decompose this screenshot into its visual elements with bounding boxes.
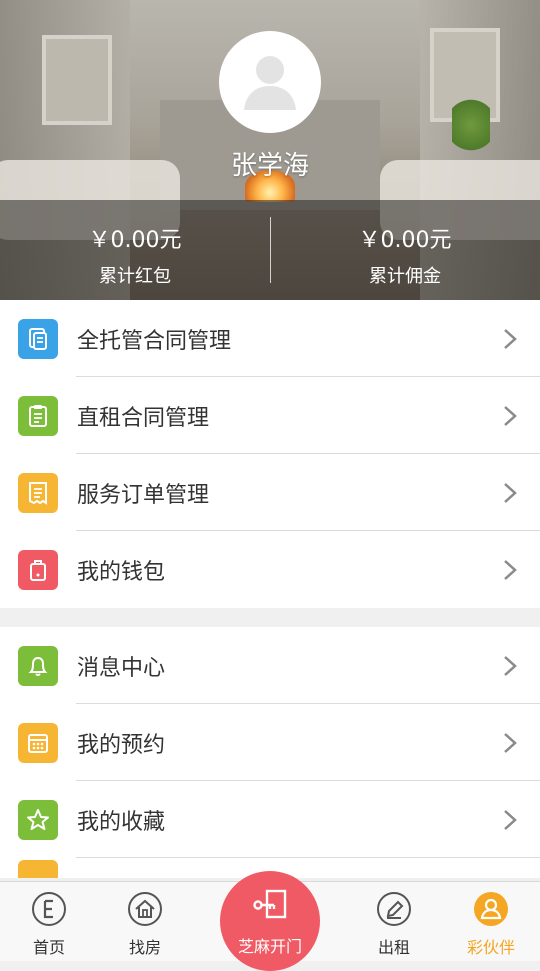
red-packet-stat[interactable]: ￥0.00元 累计红包 [0, 200, 270, 300]
commission-stat[interactable]: ￥0.00元 累计佣金 [270, 200, 540, 300]
menu-item-label: 我的预约 [77, 732, 166, 758]
calendar-icon [18, 722, 58, 763]
home-e-icon [32, 892, 66, 926]
house-icon [128, 892, 162, 926]
menu-item-label: 我的钱包 [77, 559, 166, 585]
menu-item-label: 直租合同管理 [77, 405, 210, 431]
chevron-right-icon [504, 809, 517, 830]
tab-label: 首页 [32, 938, 65, 957]
menu-item-messages[interactable]: 消息中心 [0, 627, 540, 704]
chevron-right-icon [504, 732, 517, 753]
chevron-right-icon [504, 655, 517, 676]
tab-partner[interactable]: 彩伙伴 [451, 882, 531, 961]
menu-item-label: 消息中心 [77, 655, 166, 681]
star-icon [18, 799, 58, 840]
stats-divider [270, 217, 271, 283]
menu-item-favorites[interactable]: 我的收藏 [0, 781, 540, 858]
document-icon [18, 318, 58, 359]
tab-find-house[interactable]: 找房 [105, 882, 185, 961]
chevron-right-icon [504, 328, 517, 349]
clipboard-icon [18, 395, 58, 436]
chevron-right-icon [504, 482, 517, 503]
tab-rent-out[interactable]: 出租 [354, 882, 434, 961]
menu-group-contracts: 全托管合同管理 直租合同管理 服务订单管理 我的钱包 [0, 300, 540, 608]
partner-icon [474, 892, 508, 926]
door-key-icon [253, 889, 287, 919]
tab-label: 彩伙伴 [466, 938, 515, 957]
chevron-right-icon [504, 405, 517, 426]
open-door-label: 芝麻开门 [237, 937, 302, 956]
user-icon [244, 56, 296, 110]
menu-item-direct-rent-contracts[interactable]: 直租合同管理 [0, 377, 540, 454]
pencil-icon [377, 892, 411, 926]
red-packet-amount: ￥0.00元 [88, 228, 182, 253]
tab-home[interactable]: 首页 [9, 882, 89, 961]
menu-item-label: 服务订单管理 [77, 482, 210, 508]
user-name: 张学海 [230, 151, 309, 181]
open-door-button[interactable]: 芝麻开门 [220, 871, 320, 971]
commission-amount: ￥0.00元 [358, 228, 452, 253]
partial-icon [18, 860, 58, 878]
menu-item-full-custody-contracts[interactable]: 全托管合同管理 [0, 300, 540, 377]
commission-label: 累计佣金 [369, 266, 441, 287]
tab-label: 找房 [128, 938, 161, 957]
avatar[interactable] [219, 31, 321, 133]
tab-label: 出租 [377, 938, 410, 957]
menu-item-service-orders[interactable]: 服务订单管理 [0, 454, 540, 531]
menu-item-label: 全托管合同管理 [77, 328, 232, 354]
chevron-right-icon [504, 559, 517, 580]
menu-group-personal: 消息中心 我的预约 我的收藏 [0, 627, 540, 878]
menu-item-wallet[interactable]: 我的钱包 [0, 531, 540, 608]
bell-icon [18, 645, 58, 686]
receipt-icon [18, 472, 58, 513]
red-packet-label: 累计红包 [99, 266, 171, 287]
wallet-icon [18, 549, 58, 590]
menu-item-label: 我的收藏 [77, 809, 166, 835]
menu-item-appointments[interactable]: 我的预约 [0, 704, 540, 781]
